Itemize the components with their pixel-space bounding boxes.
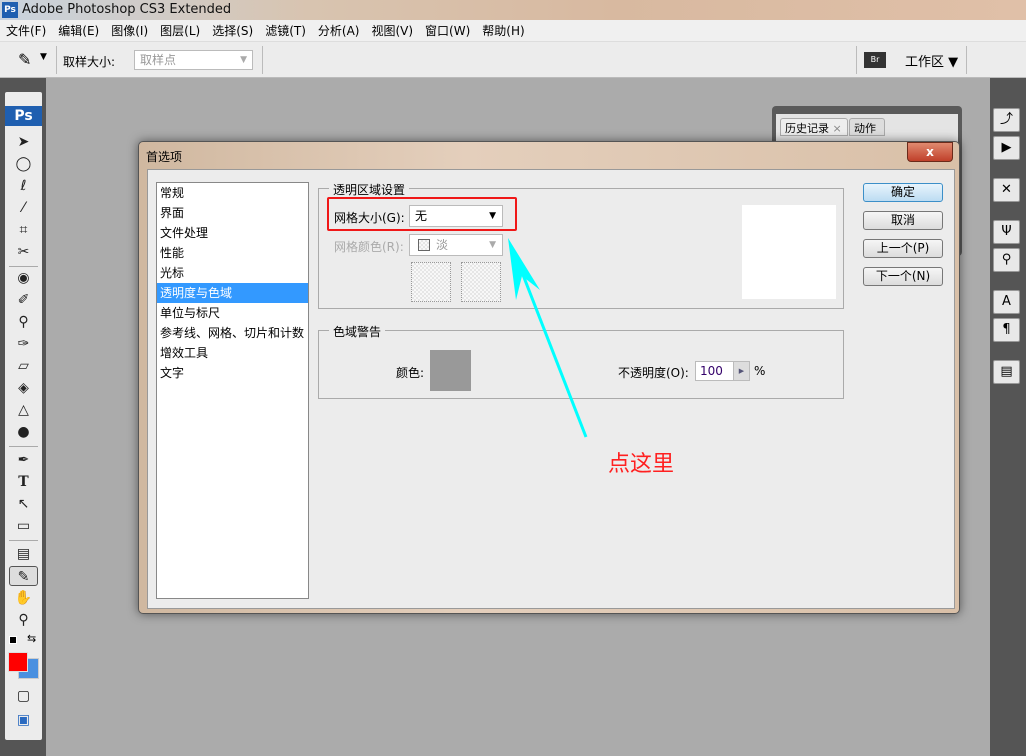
arrow-head: [508, 238, 540, 300]
annotation-arrow: [508, 238, 588, 438]
annotation-text: 点这里: [608, 452, 675, 477]
arrow-shaft: [516, 261, 588, 438]
